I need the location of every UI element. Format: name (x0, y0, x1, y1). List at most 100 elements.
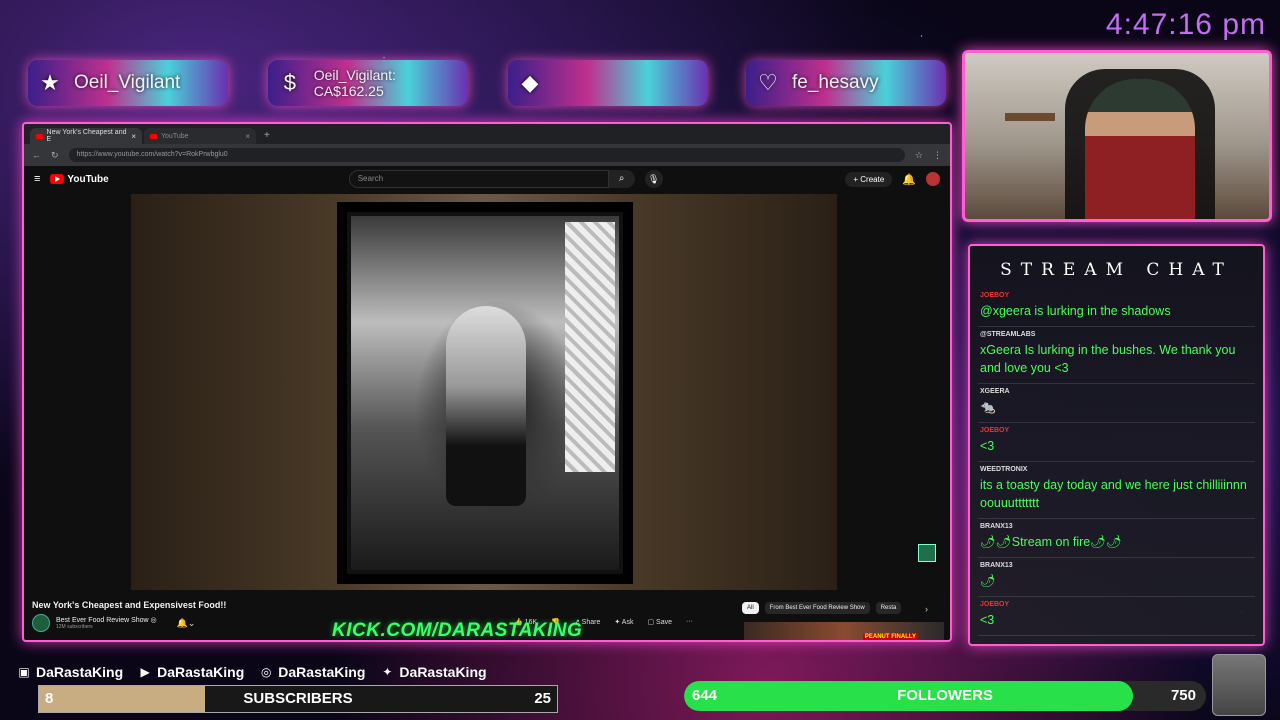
tab-youtube[interactable]: YouTube × (144, 128, 256, 144)
chat-message-body: 🌶 (980, 574, 996, 588)
thumbnail-label: PEANUT FINALLY (862, 634, 918, 640)
tab-youtube-video[interactable]: New York's Cheapest and E × (30, 128, 142, 144)
social-handle: DaRastaKing (278, 664, 366, 680)
video-player[interactable] (131, 194, 837, 590)
video-title: New York's Cheapest and Expensivest Food… (32, 600, 227, 610)
channel-row: Best Ever Food Review Show ◎ 12M subscri… (32, 614, 195, 632)
close-icon[interactable]: × (245, 132, 250, 141)
chat-username: JOEBOY (980, 427, 1010, 434)
follower-goal: 750 (1170, 687, 1196, 704)
chat-username: JOEBOY (980, 292, 1010, 299)
create-button[interactable]: + Create (845, 171, 893, 187)
ask-label: Ask (621, 619, 634, 626)
logo-text: YouTube (67, 173, 109, 185)
youtube-favicon-icon (36, 133, 43, 139)
diamond-icon: ◆ (521, 70, 539, 95)
more-button[interactable]: ··· (686, 618, 693, 626)
chip-all[interactable]: All (742, 602, 759, 614)
alert-latest-donation: $ Oeil_Vigilant: CA$162.25 (268, 60, 468, 106)
chat-message: JOEBOY <3 (978, 423, 1255, 462)
chip-channel[interactable]: From Best Ever Food Review Show (764, 602, 870, 614)
social-handle: DaRastaKing (399, 664, 487, 680)
social-handle: DaRastaKing (36, 664, 124, 680)
chat-message-body: <3 (980, 439, 995, 453)
twitter-icon: ✦ (382, 665, 393, 679)
chat-message: WEEDTRONIX its a toasty day today and we … (978, 462, 1255, 519)
stream-chat: STREAM CHAT JOEBOY @xgeera is lurking in … (968, 244, 1265, 646)
youtube-logo[interactable]: YouTube (50, 173, 109, 185)
photo-curtain (565, 222, 615, 472)
chat-message-body: its a toasty day today and we here just … (980, 478, 1247, 510)
subscribe-bell-icon[interactable]: 🔔⌄ (177, 618, 196, 629)
alert-latest-follower: ★ Oeil_Vigilant (28, 60, 228, 106)
account-avatar[interactable] (926, 172, 940, 186)
social-twitch: ▣ DaRastaKing (16, 664, 123, 680)
channel-info: Best Ever Food Review Show ◎ 12M subscri… (56, 616, 157, 630)
heart-icon: ♡ (758, 70, 778, 95)
webcam-stool (1005, 113, 1055, 213)
chevron-right-icon[interactable]: › (925, 604, 928, 614)
close-icon[interactable]: × (131, 132, 136, 141)
recommended-thumbnail[interactable]: PEANUT FINALLY (744, 622, 944, 640)
recommendation-chips: All From Best Ever Food Review Show Rest… (742, 602, 902, 614)
youtube-play-icon (50, 174, 65, 184)
search-input[interactable]: Search (348, 170, 609, 188)
save-label: Save (656, 619, 672, 626)
twitch-icon: ▣ (18, 665, 30, 679)
dollar-icon: $ (283, 70, 296, 95)
reload-icon[interactable]: ↻ (51, 150, 59, 161)
chat-message-body: <3 (980, 613, 995, 627)
address-bar: ← ↻ https://www.youtube.com/watch?v=RokP… (24, 144, 950, 166)
back-icon[interactable]: ← (32, 150, 41, 160)
channel-watermark-icon (918, 544, 936, 562)
bookmark-star-icon[interactable]: ☆ (915, 150, 923, 161)
new-tab-button[interactable]: + (258, 128, 276, 144)
youtube-header: ≡ YouTube Search ⌕ 🎙 + Create 🔔 (24, 166, 950, 192)
alert-text: fe_hesavy (792, 72, 879, 93)
social-youtube: ▶ DaRastaKing (137, 664, 245, 680)
chat-message-body: @xgeera is lurking in the shadows (980, 304, 1171, 318)
chat-message: @STREAMLABS xGeera Is lurking in the bush… (978, 327, 1255, 384)
alert-text: Oeil_Vigilant (74, 72, 181, 93)
chat-message: XGEERA 🐀 (978, 384, 1255, 423)
youtube-favicon-icon (150, 133, 157, 139)
notifications-bell-icon[interactable]: 🔔 (902, 173, 916, 186)
social-twitter: ✦ DaRastaKing (379, 664, 486, 680)
chat-username: JOEBOY (980, 601, 1010, 608)
chat-username: @STREAMLABS (980, 331, 1036, 338)
alert-text: Oeil_Vigilant: CA$162.25 (313, 67, 396, 99)
chat-message-list: JOEBOY @xgeera is lurking in the shadows @… (970, 288, 1263, 636)
tab-title: New York's Cheapest and E (46, 129, 127, 143)
menu-icon[interactable]: ≡ (34, 173, 40, 185)
chip-restaurants[interactable]: Resta (875, 602, 902, 614)
tab-title: YouTube (161, 132, 189, 140)
clock: 4:47:16 pm (1105, 8, 1266, 41)
chat-message-body: 🌶🌶Stream on fire🌶🌶 (980, 535, 1122, 549)
chat-username: BRANX13 (980, 562, 1013, 569)
browser-capture: New York's Cheapest and E × YouTube × + … (22, 122, 952, 642)
chat-message: BRANX13 🌶 (978, 558, 1255, 597)
youtube-icon: ▶ (140, 665, 150, 679)
chat-username: XGEERA (980, 388, 1010, 395)
alert-latest-sub: ◆ (508, 60, 708, 106)
star-icon: ★ (40, 70, 60, 95)
ask-button[interactable]: ✦ Ask (614, 618, 633, 626)
follower-goal-bar: 644 FOLLOWERS 750 (684, 681, 1206, 711)
channel-name[interactable]: Best Ever Food Review Show ◎ (56, 616, 157, 624)
subscriber-goal: 25 (534, 690, 551, 707)
channel-avatar[interactable] (32, 614, 50, 632)
chat-username: WEEDTRONIX (980, 466, 1028, 473)
social-handles: ▣ DaRastaKing ▶ DaRastaKing ◎ DaRastaKing ✦… (16, 664, 486, 680)
subscriber-label: SUBSCRIBERS (243, 690, 353, 707)
kick-url-overlay: KICK.COM/DARASTAKING (332, 620, 583, 641)
channel-subscribers: 12M subscribers (56, 624, 93, 630)
tab-bar: New York's Cheapest and E × YouTube × + (24, 124, 950, 144)
subscriber-goal-bar: 8 SUBSCRIBERS 25 (38, 685, 558, 713)
chat-message-body: 🐀 (980, 400, 996, 414)
chat-username: BRANX13 (980, 523, 1013, 530)
extensions-icon[interactable]: ⋮ (933, 150, 942, 161)
microphone-icon[interactable]: 🎙 (644, 170, 663, 188)
save-button[interactable]: ▢ Save (647, 618, 672, 626)
search-icon[interactable]: ⌕ (608, 170, 635, 188)
url-field[interactable]: https://www.youtube.com/watch?v=RokPrwbg… (68, 148, 905, 162)
